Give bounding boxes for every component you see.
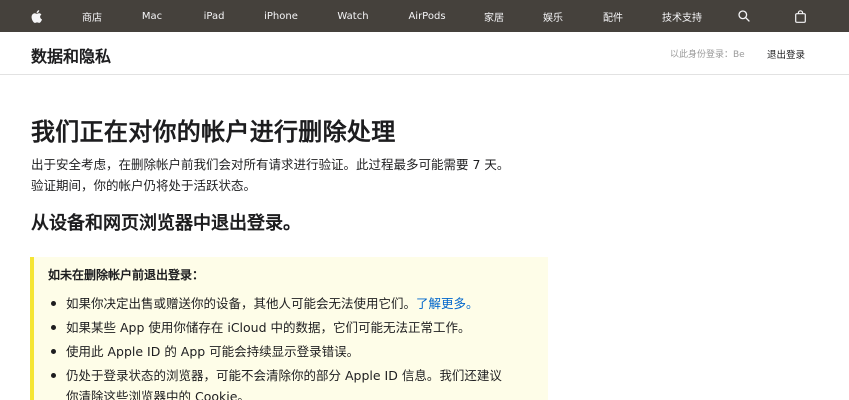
bullet-icon bbox=[51, 325, 56, 330]
list-item-line: 如果你决定出售或赠送你的设备，其他人可能会无法使用它们。了解更多。 bbox=[66, 293, 548, 314]
list-item-text: 你清除这些浏览器中的 Cookie。 bbox=[66, 389, 250, 400]
bag-icon[interactable] bbox=[792, 0, 808, 32]
nav-entertainment[interactable]: 娱乐 bbox=[541, 0, 565, 32]
list-item-text: 使用此 Apple ID 的 App 可能会持续显示登录错误。 bbox=[66, 344, 360, 359]
nav-store[interactable]: 商店 bbox=[78, 0, 106, 32]
bullet-icon bbox=[51, 349, 56, 354]
intro-line: 验证期间，你的帐户仍将处于活跃状态。 bbox=[31, 178, 257, 193]
search-icon[interactable] bbox=[736, 0, 752, 32]
nav-iphone[interactable]: iPhone bbox=[262, 0, 300, 32]
learn-more-link[interactable]: 了解更多。 bbox=[416, 296, 479, 311]
signed-in-as-label: 以此身份登录：Be bbox=[670, 50, 745, 60]
list-item-text: 如果某些 App 使用你储存在 iCloud 中的数据，它们可能无法正常工作。 bbox=[66, 320, 471, 335]
intro-text: 出于安全考虑，在删除帐户前我们会对所有请求进行验证。此过程最多可能需要 7 天。… bbox=[31, 154, 591, 196]
local-nav: 数据和隐私 以此身份登录：Be 退出登录 bbox=[0, 32, 849, 75]
nav-airpods[interactable]: AirPods bbox=[405, 0, 449, 32]
warning-callout: 如未在删除帐户前退出登录： 如果你决定出售或赠送你的设备，其他人可能会无法使用它… bbox=[30, 257, 548, 400]
sign-out-link[interactable]: 退出登录 bbox=[767, 47, 805, 61]
nav-support[interactable]: 技术支持 bbox=[660, 0, 704, 32]
list-item: 如果某些 App 使用你储存在 iCloud 中的数据，它们可能无法正常工作。 bbox=[34, 317, 548, 338]
intro-line: 出于安全考虑，在删除帐户前我们会对所有请求进行验证。此过程最多可能需要 7 天。 bbox=[31, 157, 510, 172]
bullet-icon bbox=[51, 301, 56, 306]
list-item: 如果你决定出售或赠送你的设备，其他人可能会无法使用它们。了解更多。 bbox=[34, 293, 548, 314]
bullet-icon bbox=[51, 373, 56, 378]
main-heading: 我们正在对你的帐户进行删除处理 bbox=[31, 118, 396, 146]
nav-ipad[interactable]: iPad bbox=[199, 0, 229, 32]
apple-logo-svg bbox=[31, 9, 42, 23]
list-item-text: 如果你决定出售或赠送你的设备，其他人可能会无法使用它们。 bbox=[66, 296, 417, 311]
search-svg bbox=[738, 10, 750, 22]
list-item: 使用此 Apple ID 的 App 可能会持续显示登录错误。 bbox=[34, 341, 548, 362]
bag-svg bbox=[794, 9, 806, 23]
nav-home[interactable]: 家居 bbox=[482, 0, 506, 32]
apple-logo-icon[interactable] bbox=[28, 0, 44, 32]
callout-list: 如果你决定出售或赠送你的设备，其他人可能会无法使用它们。了解更多。 如果某些 A… bbox=[34, 293, 548, 400]
list-item: 仍处于登录状态的浏览器，可能不会清除你的部分 Apple ID 信息。我们还建议… bbox=[34, 365, 548, 400]
nav-watch[interactable]: Watch bbox=[334, 0, 372, 32]
nav-mac[interactable]: Mac bbox=[137, 0, 167, 32]
list-item-text: 仍处于登录状态的浏览器，可能不会清除你的部分 Apple ID 信息。我们还建议 bbox=[66, 368, 502, 383]
sign-out-subheading: 从设备和网页浏览器中退出登录。 bbox=[31, 213, 301, 234]
global-nav: 商店 Mac iPad iPhone Watch AirPods 家居 娱乐 配… bbox=[0, 0, 849, 32]
page-title: 数据和隐私 bbox=[31, 47, 112, 66]
nav-accessories[interactable]: 配件 bbox=[601, 0, 625, 32]
callout-title: 如未在删除帐户前退出登录： bbox=[48, 268, 205, 282]
